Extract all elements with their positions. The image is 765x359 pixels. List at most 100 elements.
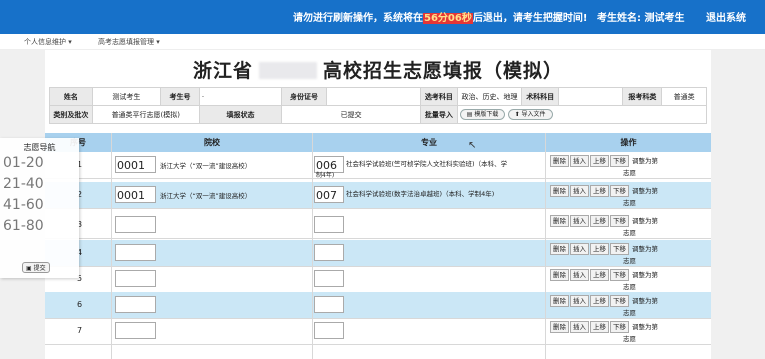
move-up-button[interactable]: 上移 — [590, 243, 609, 255]
divider — [312, 133, 313, 359]
major-name: 社会科学试验班(数字法治卓越班)（本科、学制4年) — [346, 190, 495, 198]
delete-button[interactable]: 删除 — [550, 295, 569, 307]
move-up-button[interactable]: 上移 — [590, 155, 609, 167]
adjust-to-label: 调整为第 — [632, 245, 658, 253]
table-row: 4 删除 插入 上移 下移 调整为第 志愿 — [45, 240, 711, 267]
college-code-input[interactable] — [115, 322, 156, 339]
menu-personal-info[interactable]: 个人信息维护 ▾ — [24, 37, 72, 47]
header-ops: 操作 — [546, 133, 711, 152]
nav-range-01-20[interactable]: 01-20 — [0, 153, 79, 174]
volunteer-suffix: 志愿 — [623, 283, 636, 291]
row-number: 6 — [77, 300, 83, 309]
move-down-button[interactable]: 下移 — [610, 243, 629, 255]
redacted-region — [259, 62, 317, 79]
import-file-button[interactable]: ⬆ 导入文件 — [507, 109, 553, 120]
move-down-button[interactable]: 下移 — [610, 185, 629, 197]
top-bar: 请勿进行刷新操作，系统将在56分06秒后退出，请考生把握时间! 考生姓名: 测试… — [0, 0, 765, 34]
delete-button[interactable]: 删除 — [550, 215, 569, 227]
major-code-input[interactable] — [314, 296, 344, 313]
adjust-to-label: 调整为第 — [632, 187, 658, 195]
row-operations: 删除 插入 上移 下移 调整为第 — [550, 321, 661, 333]
insert-button[interactable]: 插入 — [570, 321, 589, 333]
delete-button[interactable]: 删除 — [550, 155, 569, 167]
adjust-to-label: 调整为第 — [632, 323, 658, 331]
save-icon: ▣ — [26, 265, 32, 272]
row-operations: 删除 插入 上移 下移 调整为第 — [550, 185, 661, 197]
major-code-input[interactable] — [314, 322, 344, 339]
move-up-button[interactable]: 上移 — [590, 321, 609, 333]
move-up-button[interactable]: 上移 — [590, 185, 609, 197]
row-operations: 删除 插入 上移 下移 调整为第 — [550, 215, 661, 227]
table-row: 7 删除 插入 上移 下移 调整为第 志愿 — [45, 318, 711, 345]
nav-range-41-60[interactable]: 41-60 — [0, 195, 79, 216]
major-code-input[interactable] — [314, 244, 344, 261]
nav-range-61-80[interactable]: 61-80 — [0, 216, 79, 237]
volunteer-suffix: 志愿 — [623, 309, 636, 317]
table-row: 2 0001 浙江大学（“双一流”建设高校） 007 社会科学试验班(数字法治卓… — [45, 182, 711, 209]
college-code-input[interactable] — [115, 270, 156, 287]
refresh-warning: 请勿进行刷新操作，系统将在56分06秒后退出，请考生把握时间! — [293, 13, 588, 24]
table-row: 1 0001 浙江大学（“双一流”建设高校） 006 社会科学试验班(竺可桢学院… — [45, 152, 711, 179]
delete-button[interactable]: 删除 — [550, 321, 569, 333]
insert-button[interactable]: 插入 — [570, 243, 589, 255]
template-download-button[interactable]: ▤ 模版下载 — [459, 109, 506, 120]
table-row: 6 删除 插入 上移 下移 调整为第 志愿 — [45, 292, 711, 319]
submit-button[interactable]: ▣ 提交 — [22, 262, 50, 273]
college-name: 浙江大学（“双一流”建设高校） — [160, 162, 252, 170]
volunteer-navigator: 志愿导航 01-20 21-40 41-60 61-80 ▣ 提交 — [0, 138, 79, 278]
volunteer-suffix: 志愿 — [623, 199, 636, 207]
college-code-input[interactable] — [115, 244, 156, 261]
divider — [111, 133, 112, 359]
divider — [545, 133, 546, 359]
move-down-button[interactable]: 下移 — [610, 269, 629, 281]
header-college: 院校 — [112, 133, 312, 152]
insert-button[interactable]: 插入 — [570, 215, 589, 227]
major-code-input[interactable]: 007 — [314, 186, 344, 203]
menu-application-management[interactable]: 高考志愿填报管理 ▾ — [98, 37, 160, 47]
header-major: 专业 — [313, 133, 545, 152]
adjust-to-label: 调整为第 — [632, 157, 658, 165]
mouse-cursor-icon: ↖ — [468, 140, 477, 151]
row-number: 7 — [77, 326, 83, 335]
move-down-button[interactable]: 下移 — [610, 215, 629, 227]
volunteer-suffix: 志愿 — [623, 257, 636, 265]
move-up-button[interactable]: 上移 — [590, 215, 609, 227]
college-code-input[interactable] — [115, 216, 156, 233]
row-operations: 删除 插入 上移 下移 调整为第 — [550, 155, 661, 167]
volunteer-suffix: 志愿 — [623, 229, 636, 237]
page-title: 浙江省 高校招生志愿填报（模拟） — [192, 60, 564, 82]
delete-button[interactable]: 删除 — [550, 243, 569, 255]
college-code-input[interactable]: 0001 — [115, 156, 156, 173]
move-down-button[interactable]: 下移 — [610, 321, 629, 333]
insert-button[interactable]: 插入 — [570, 295, 589, 307]
insert-button[interactable]: 插入 — [570, 155, 589, 167]
logout-link[interactable]: 退出系统 — [706, 9, 746, 24]
college-name: 浙江大学（“双一流”建设高校） — [160, 192, 252, 200]
insert-button[interactable]: 插入 — [570, 269, 589, 281]
college-code-input[interactable] — [115, 296, 156, 313]
nav-range-21-40[interactable]: 21-40 — [0, 174, 79, 195]
move-down-button[interactable]: 下移 — [610, 155, 629, 167]
adjust-to-label: 调整为第 — [632, 271, 658, 279]
countdown-timer: 56分06秒 — [423, 13, 473, 24]
college-code-input[interactable]: 0001 — [115, 186, 156, 203]
row-operations: 删除 插入 上移 下移 调整为第 — [550, 269, 661, 281]
major-name-cont: 制4年) — [316, 172, 335, 179]
volunteer-suffix: 志愿 — [623, 335, 636, 343]
delete-button[interactable]: 删除 — [550, 269, 569, 281]
delete-button[interactable]: 删除 — [550, 185, 569, 197]
navigator-title: 志愿导航 — [23, 143, 56, 152]
menu-bar: 个人信息维护 ▾ 高考志愿填报管理 ▾ — [0, 34, 765, 50]
move-up-button[interactable]: 上移 — [590, 269, 609, 281]
major-code-input[interactable] — [314, 216, 344, 233]
move-down-button[interactable]: 下移 — [610, 295, 629, 307]
move-up-button[interactable]: 上移 — [590, 295, 609, 307]
row-operations: 删除 插入 上移 下移 调整为第 — [550, 243, 661, 255]
examinee-name: 考生姓名: 测试考生 — [597, 13, 685, 24]
major-name: 社会科学试验班(竺可桢学院人文社科实验班)（本科、学 — [346, 160, 508, 168]
examinee-info-table: 姓名 测试考生 考生号 · 身份证号 选考科目 政治、历史、地理 术科科目 报考… — [49, 87, 708, 124]
row-operations: 删除 插入 上移 下移 调整为第 — [550, 295, 661, 307]
insert-button[interactable]: 插入 — [570, 185, 589, 197]
major-code-input[interactable] — [314, 270, 344, 287]
adjust-to-label: 调整为第 — [632, 217, 658, 225]
